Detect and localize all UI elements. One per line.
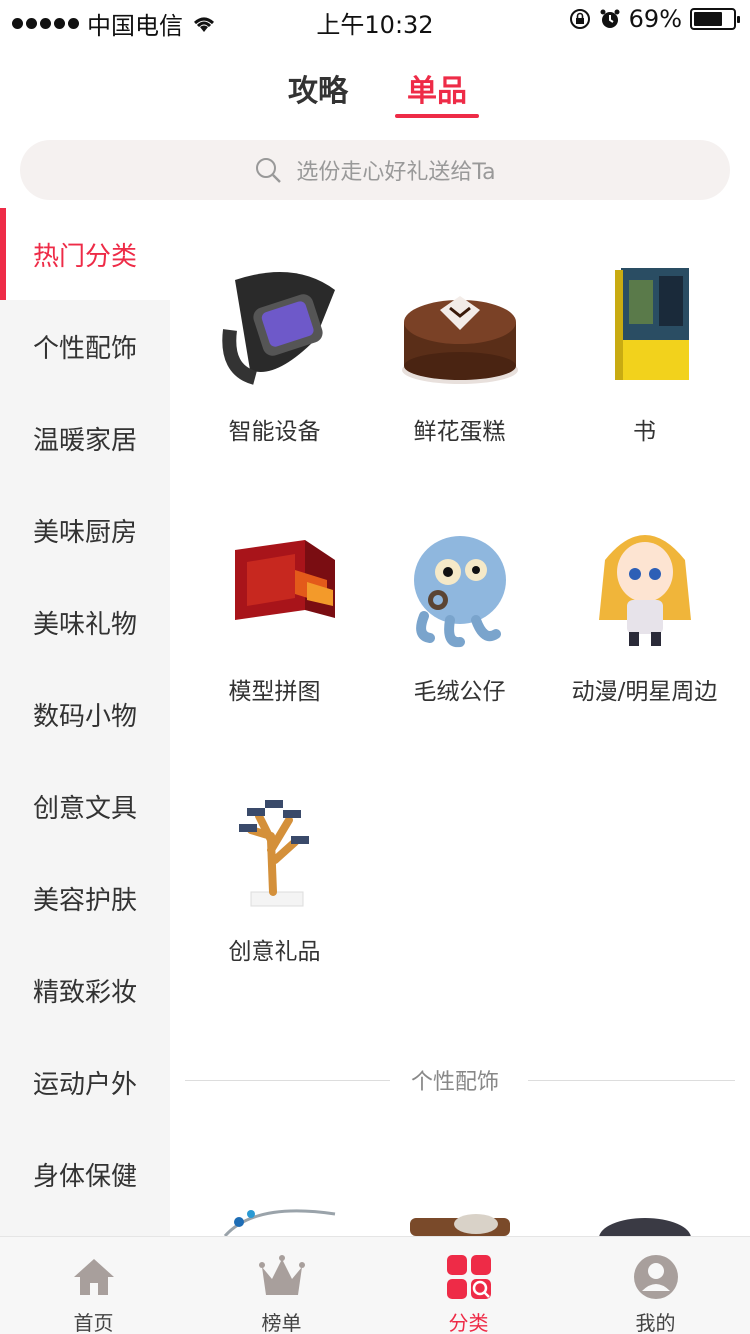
sidebar-item-accessories[interactable]: 个性配饰	[0, 300, 170, 392]
bracelet-image	[215, 1200, 345, 1236]
tab-single-item[interactable]: 单品	[407, 66, 467, 110]
sidebar-item-makeup[interactable]: 精致彩妆	[0, 944, 170, 1036]
status-right: 69%	[569, 5, 740, 33]
category-label: 毛绒公仔	[413, 679, 506, 705]
status-bar: 中国电信 上午10:32 69%	[0, 0, 750, 40]
book-image	[565, 260, 725, 400]
sidebar-item-food-gifts[interactable]: 美味礼物	[0, 576, 170, 668]
home-icon	[74, 1259, 114, 1295]
anime-figure-image	[565, 520, 725, 660]
search-placeholder: 选份走心好礼送给Ta	[296, 160, 496, 185]
tab-label: 榜单	[261, 1311, 302, 1334]
tab-profile[interactable]: 我的	[562, 1237, 749, 1334]
category-label: 书	[633, 419, 656, 445]
battery-percent: 69%	[628, 5, 682, 33]
category-label: 智能设备	[228, 419, 321, 445]
chocolate-cake-image	[380, 260, 540, 400]
category-cell-books[interactable]: 书	[552, 260, 737, 445]
active-tab-indicator	[395, 114, 479, 118]
sidebar-item-stationery[interactable]: 创意文具	[0, 760, 170, 852]
search-bar[interactable]: 选份走心好礼送给Ta	[20, 140, 730, 200]
sidebar-item-hot[interactable]: 热门分类	[0, 208, 170, 300]
category-sidebar: 热门分类 个性配饰 温暖家居 美味厨房 美味礼物 数码小物 创意文具 美容护肤 …	[0, 208, 170, 1238]
tab-strategy[interactable]: 攻略	[288, 66, 348, 110]
category-label: 创意礼品	[228, 939, 321, 965]
search-icon	[256, 158, 282, 183]
bottom-tab-bar: 首页 榜单 分类 我的	[0, 1236, 750, 1334]
tab-label: 首页	[73, 1311, 114, 1334]
alarm-icon	[600, 9, 620, 28]
octopus-plush-image	[380, 520, 540, 660]
tab-label: 我的	[635, 1311, 676, 1334]
crown-icon	[259, 1255, 305, 1295]
solar-tree-image	[195, 780, 355, 920]
watch-image	[400, 1210, 520, 1236]
category-cell-models[interactable]: 模型拼图	[182, 520, 367, 705]
smart-band-image	[195, 260, 355, 400]
category-cell-anime[interactable]: 动漫/明星周边	[552, 520, 737, 705]
sidebar-item-outdoor[interactable]: 运动户外	[0, 1036, 170, 1128]
tab-ranking[interactable]: 榜单	[188, 1237, 375, 1334]
sidebar-item-home[interactable]: 温暖家居	[0, 392, 170, 484]
section-header: 个性配饰	[185, 1060, 735, 1100]
category-label: 鲜花蛋糕	[413, 419, 506, 445]
tab-category[interactable]: 分类	[375, 1237, 562, 1334]
tab-home[interactable]: 首页	[0, 1237, 187, 1334]
divider-line-right	[528, 1080, 735, 1081]
red-drawer-model-image	[195, 520, 355, 660]
top-tabs: 攻略 单品	[0, 60, 750, 120]
sidebar-item-digital[interactable]: 数码小物	[0, 668, 170, 760]
sidebar-item-skincare[interactable]: 美容护肤	[0, 852, 170, 944]
category-cell-cakes[interactable]: 鲜花蛋糕	[367, 260, 552, 445]
category-cell-plush[interactable]: 毛绒公仔	[367, 520, 552, 705]
category-cell-smart-devices[interactable]: 智能设备	[182, 260, 367, 445]
category-label: 动漫/明星周边	[571, 679, 718, 705]
category-cell-creative-gifts[interactable]: 创意礼品	[182, 780, 367, 965]
battery-icon	[690, 8, 740, 30]
hat-image	[590, 1212, 700, 1236]
sidebar-item-health[interactable]: 身体保健	[0, 1128, 170, 1220]
category-label: 模型拼图	[228, 679, 321, 705]
sidebar-item-kitchen[interactable]: 美味厨房	[0, 484, 170, 576]
tab-label: 分类	[448, 1311, 489, 1334]
orientation-lock-icon	[569, 9, 590, 29]
user-icon	[634, 1255, 678, 1299]
category-icon	[447, 1255, 491, 1299]
